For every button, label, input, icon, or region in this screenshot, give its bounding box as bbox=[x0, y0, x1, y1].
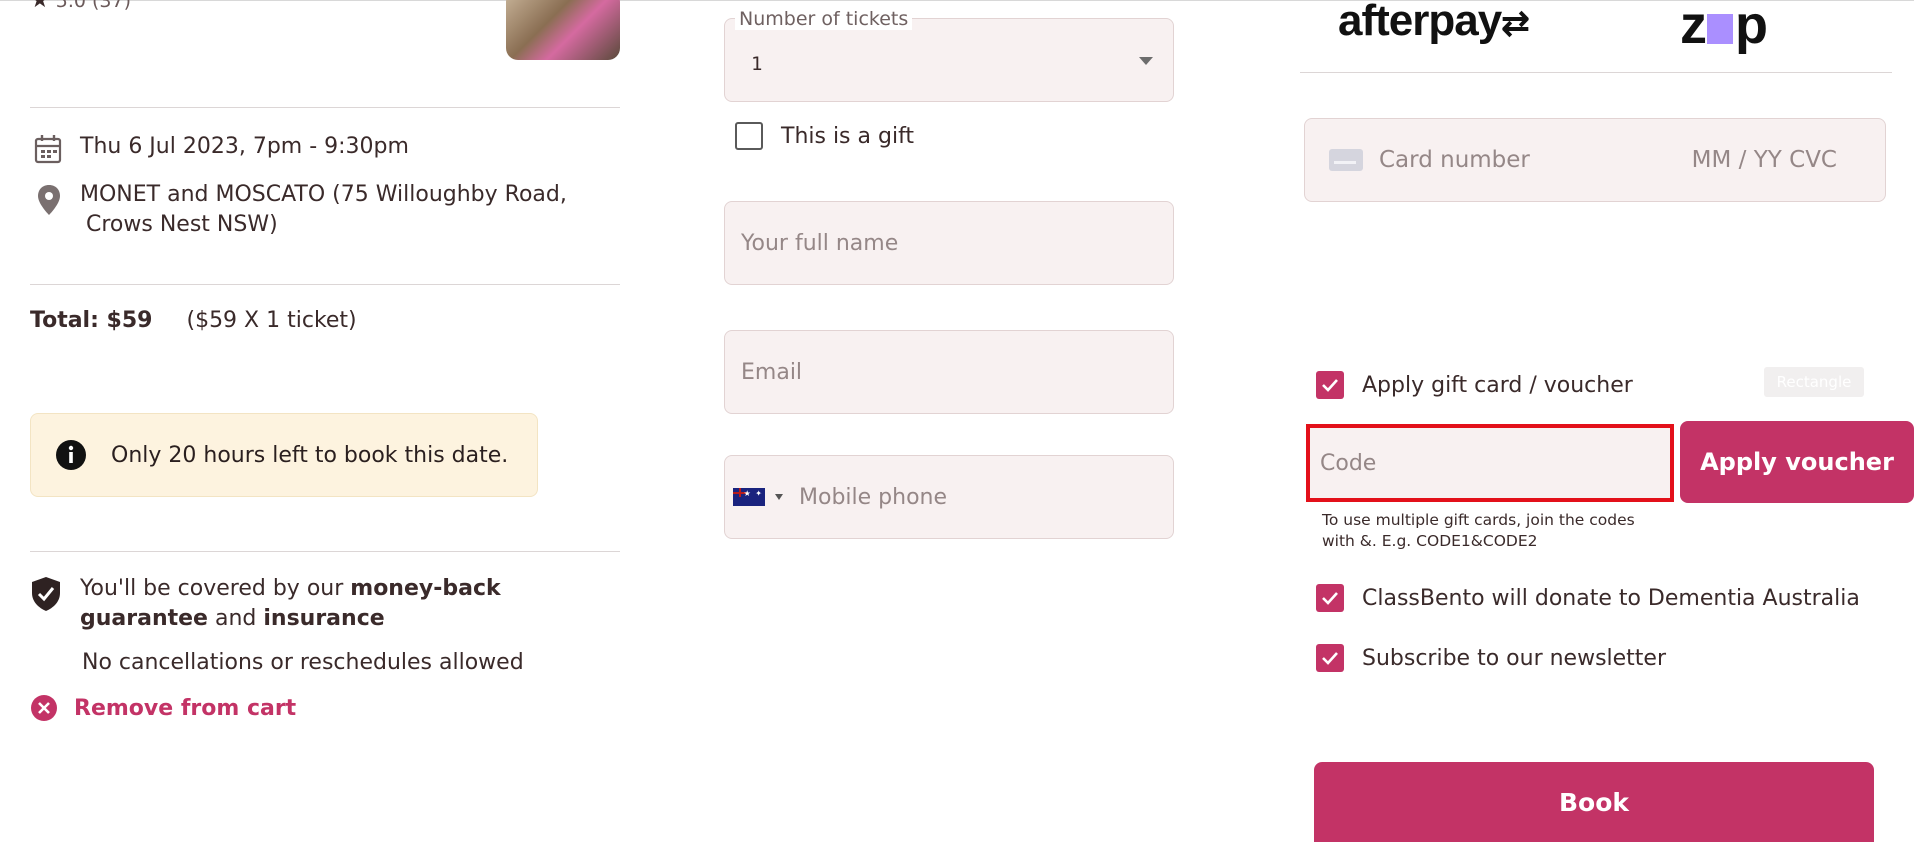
newsletter-checkbox-row[interactable]: Subscribe to our newsletter bbox=[1316, 644, 1666, 672]
calendar-icon bbox=[34, 135, 62, 164]
mobile-phone-input[interactable]: Mobile phone bbox=[724, 455, 1174, 539]
location-line2: Crows Nest NSW) bbox=[86, 212, 278, 237]
divider bbox=[1300, 72, 1892, 73]
check-icon bbox=[1322, 379, 1338, 392]
full-name-placeholder: Your full name bbox=[741, 230, 899, 256]
australia-flag-icon[interactable] bbox=[733, 488, 765, 506]
donate-label: ClassBento will donate to Dementia Austr… bbox=[1362, 585, 1860, 611]
gift-checkbox-row[interactable]: This is a gift bbox=[735, 122, 914, 150]
afterpay-logo[interactable]: afterpay⇄ bbox=[1338, 0, 1530, 46]
guarantee-note: You'll be covered by our money-back guar… bbox=[30, 574, 590, 634]
guarantee-text: You'll be covered by our bbox=[80, 576, 351, 601]
shield-check-icon bbox=[32, 577, 60, 611]
alert-text: Only 20 hours left to book this date. bbox=[111, 442, 509, 468]
guarantee-bold-insurance: insurance bbox=[263, 606, 385, 631]
credit-card-icon bbox=[1329, 149, 1363, 171]
class-thumbnail bbox=[506, 0, 620, 60]
guarantee-bold-guarantee: guarantee bbox=[80, 606, 208, 631]
check-icon bbox=[1322, 592, 1338, 605]
card-input[interactable]: Card number MM / YY CVC bbox=[1304, 118, 1886, 202]
star-icon: ★ bbox=[30, 0, 50, 13]
location-line1: MONET and MOSCATO (75 Willoughby Road, bbox=[80, 182, 567, 207]
gift-label: This is a gift bbox=[781, 123, 915, 149]
voucher-checkbox-row[interactable]: Apply gift card / voucher bbox=[1316, 371, 1633, 399]
newsletter-label: Subscribe to our newsletter bbox=[1362, 645, 1667, 671]
hint-line1: To use multiple gift cards, join the cod… bbox=[1322, 511, 1635, 529]
book-button[interactable]: Book bbox=[1314, 762, 1874, 842]
voucher-hint: To use multiple gift cards, join the cod… bbox=[1322, 510, 1682, 552]
info-icon bbox=[56, 440, 86, 470]
check-icon bbox=[1322, 652, 1338, 665]
remove-label: Remove from cart bbox=[74, 695, 297, 721]
divider bbox=[30, 551, 620, 552]
divider bbox=[30, 284, 620, 285]
gift-checkbox[interactable] bbox=[735, 122, 763, 150]
total-label: Total: $59 bbox=[30, 308, 153, 333]
email-placeholder: Email bbox=[741, 359, 803, 385]
voucher-checkbox[interactable] bbox=[1316, 371, 1344, 399]
top-divider bbox=[0, 0, 1914, 1]
card-expiry-cvc-placeholder: MM / YY CVC bbox=[1691, 147, 1837, 173]
date-row: Thu 6 Jul 2023, 7pm - 9:30pm bbox=[34, 134, 409, 164]
rectangle-badge: Rectangle bbox=[1764, 367, 1864, 397]
tickets-select[interactable]: Number of tickets 1 bbox=[724, 8, 1174, 102]
zip-logo[interactable]: zp bbox=[1680, 0, 1768, 56]
full-name-input[interactable]: Your full name bbox=[724, 201, 1174, 285]
booking-deadline-alert: Only 20 hours left to book this date. bbox=[30, 413, 538, 497]
country-dropdown-icon[interactable] bbox=[775, 494, 783, 500]
location-row: MONET and MOSCATO (75 Willoughby Road, C… bbox=[36, 182, 567, 240]
rating-text: 5.0 (37) bbox=[55, 0, 131, 12]
card-number-placeholder: Card number bbox=[1379, 147, 1530, 173]
tickets-value: 1 bbox=[751, 53, 763, 75]
newsletter-checkbox[interactable] bbox=[1316, 644, 1344, 672]
tickets-legend: Number of tickets bbox=[735, 8, 913, 30]
close-circle-icon bbox=[31, 695, 57, 721]
hint-line2: with &. E.g. CODE1&CODE2 bbox=[1322, 532, 1538, 550]
total-row: Total: $59 ($59 X 1 ticket) bbox=[30, 308, 357, 333]
location-pin-icon bbox=[38, 185, 60, 215]
donate-checkbox[interactable] bbox=[1316, 584, 1344, 612]
total-breakdown: ($59 X 1 ticket) bbox=[186, 308, 357, 333]
donate-checkbox-row[interactable]: ClassBento will donate to Dementia Austr… bbox=[1316, 584, 1860, 612]
code-placeholder: Code bbox=[1320, 450, 1377, 476]
voucher-code-input[interactable]: Code bbox=[1306, 424, 1674, 502]
event-date: Thu 6 Jul 2023, 7pm - 9:30pm bbox=[80, 134, 409, 159]
phone-placeholder: Mobile phone bbox=[799, 484, 948, 510]
voucher-label: Apply gift card / voucher bbox=[1362, 372, 1633, 398]
email-input[interactable]: Email bbox=[724, 330, 1174, 414]
apply-voucher-button[interactable]: Apply voucher bbox=[1680, 421, 1914, 503]
chevron-down-icon bbox=[1139, 57, 1153, 65]
rating: ★ 5.0 (37) bbox=[30, 0, 131, 13]
guarantee-bold-money-back: money-back bbox=[350, 576, 501, 601]
divider bbox=[30, 107, 620, 108]
remove-from-cart-link[interactable]: Remove from cart bbox=[30, 694, 296, 722]
guarantee-and: and bbox=[207, 606, 264, 631]
cancellation-policy: No cancellations or reschedules allowed bbox=[82, 650, 524, 675]
